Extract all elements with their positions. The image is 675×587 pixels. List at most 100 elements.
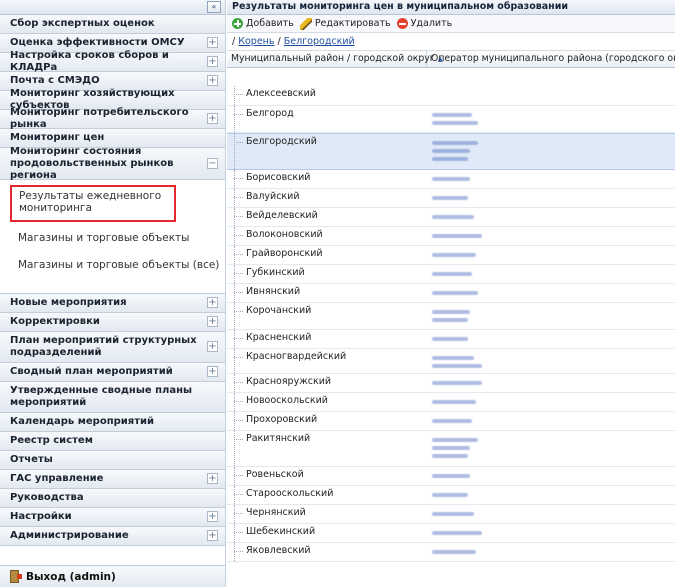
table-row[interactable]: Губкинский [227,265,675,284]
table-row[interactable]: Прохоровский [227,412,675,431]
nav-item-corrections[interactable]: Корректировки + [0,313,225,332]
redacted-operator-name[interactable] [432,318,468,322]
redacted-operator-name[interactable] [432,215,474,219]
nav-item-gas-management[interactable]: ГАС управление + [0,470,225,489]
grid-header: Муниципальный район / городской округ ▲ О… [227,51,675,68]
nav-item-label: Мониторинг состояния продовольственных р… [10,145,174,181]
redacted-operator-name[interactable] [432,364,482,368]
redacted-operator-name[interactable] [432,454,468,458]
nav-item-calendar[interactable]: Календарь мероприятий [0,413,225,432]
redacted-operator-name[interactable] [432,356,474,360]
exit-button[interactable]: Выход (admin) [0,565,225,587]
redacted-operator-name[interactable] [432,149,470,153]
redacted-operator-name[interactable] [432,272,472,276]
nav-item-summary-plan[interactable]: Сводный план мероприятий + [0,363,225,382]
redacted-operator-name[interactable] [432,253,476,257]
redacted-operator-name[interactable] [432,121,478,125]
redacted-operator-name[interactable] [432,196,468,200]
redacted-operator-name[interactable] [432,550,476,554]
nav-item-food-markets[interactable]: Мониторинг состояния продовольственных р… [0,145,225,181]
expand-icon[interactable]: + [207,473,218,484]
table-row[interactable]: Белгородский [227,133,675,170]
nav-item-label: Мониторинг цен [10,132,105,143]
delete-button[interactable]: Удалить [396,18,452,29]
edit-button[interactable]: Редактировать [299,17,391,30]
redacted-operator-name[interactable] [432,446,470,450]
table-row[interactable]: Краснояружский [227,374,675,393]
redacted-operator-name[interactable] [432,141,478,145]
table-row[interactable]: Старооскольский [227,486,675,505]
table-row[interactable]: Вейделевский [227,208,675,227]
table-row[interactable]: Яковлевский [227,543,675,562]
table-row[interactable]: Ракитянский [227,431,675,467]
table-row[interactable]: Красногвардейский [227,349,675,374]
redacted-operator-name[interactable] [432,291,478,295]
expand-icon[interactable]: + [207,366,218,377]
nav-item-systems-registry[interactable]: Реестр систем [0,432,225,451]
nav-item-new-events[interactable]: Новые мероприятия + [0,294,225,313]
table-row[interactable]: Чернянский [227,505,675,524]
nav-item-expert-assessment[interactable]: Сбор экспертных оценок [0,15,225,34]
table-row[interactable]: Ровеньской [227,467,675,486]
collapse-sidebar-button[interactable]: « [207,1,221,13]
breadcrumb-root-link[interactable]: Корень [238,36,274,47]
expand-icon[interactable]: + [207,297,218,308]
collapse-icon[interactable]: − [207,157,218,169]
submenu-item-shops-all[interactable]: Магазины и торговые объекты (все) [18,259,219,271]
district-name: Алексеевский [246,88,316,99]
nav-item-settings[interactable]: Настройки + [0,508,225,527]
redacted-operator-name[interactable] [432,400,476,404]
table-row[interactable]: Алексеевский [227,86,675,106]
expand-icon[interactable]: + [207,530,218,541]
nav-item-approved-plans[interactable]: Утвержденные сводные планы мероприятий [0,382,225,413]
nav-item-kladr-settings[interactable]: Настройка сроков сборов и КЛАДРа + [0,50,225,73]
redacted-operator-name[interactable] [432,113,472,117]
table-row[interactable]: Шебекинский [227,524,675,543]
expand-icon[interactable]: + [207,56,218,67]
add-button[interactable]: Добавить [232,18,294,29]
expand-icon[interactable]: + [207,341,218,352]
table-row[interactable]: Валуйский [227,189,675,208]
nav-item-administration[interactable]: Администрирование + [0,527,225,546]
tree-connector [234,401,243,402]
district-cell: Губкинский [227,265,427,283]
redacted-operator-name[interactable] [432,531,482,535]
redacted-operator-name[interactable] [432,474,470,478]
table-row[interactable]: Борисовский [227,170,675,189]
submenu-item-daily-results[interactable]: Результаты ежедневного мониторинга [10,185,176,222]
redacted-operator-name[interactable] [432,337,468,341]
table-row[interactable]: Корочанский [227,303,675,330]
table-row[interactable]: Белгород [227,106,675,133]
expand-icon[interactable]: + [207,316,218,327]
redacted-operator-name[interactable] [432,234,482,238]
column-header-district[interactable]: Муниципальный район / городской округ ▲ [227,51,443,67]
expand-icon[interactable]: + [207,37,218,48]
redacted-operator-name[interactable] [432,512,474,516]
operator-cell [432,137,478,161]
nav-item-manuals[interactable]: Руководства [0,489,225,508]
table-row[interactable]: Грайворонский [227,246,675,265]
expand-icon[interactable]: + [207,511,218,522]
breadcrumb-current-link[interactable]: Белгородский [284,36,355,47]
operator-cell [432,109,478,125]
redacted-operator-name[interactable] [432,177,470,181]
table-row[interactable]: Новооскольский [227,393,675,412]
table-row[interactable]: Ивнянский [227,284,675,303]
district-name: Ракитянский [246,433,311,444]
table-row[interactable]: Волоконовский [227,227,675,246]
submenu-item-shops[interactable]: Магазины и торговые объекты [18,232,189,244]
district-cell: Прохоровский [227,412,427,430]
redacted-operator-name[interactable] [432,157,468,161]
nav-item-department-plan[interactable]: План мероприятий структурных подразделен… [0,332,225,363]
nav-item-reports[interactable]: Отчеты [0,451,225,470]
redacted-operator-name[interactable] [432,310,470,314]
redacted-operator-name[interactable] [432,419,472,423]
redacted-operator-name[interactable] [432,438,478,442]
redacted-operator-name[interactable] [432,493,468,497]
nav-item-consumer-market[interactable]: Мониторинг потребительского рынка + [0,107,225,130]
expand-icon[interactable]: + [207,75,218,86]
expand-icon[interactable]: + [207,113,218,124]
column-header-operator[interactable]: Оператор муниципального района (городско… [427,51,675,67]
redacted-operator-name[interactable] [432,381,482,385]
table-row[interactable]: Красненский [227,330,675,349]
